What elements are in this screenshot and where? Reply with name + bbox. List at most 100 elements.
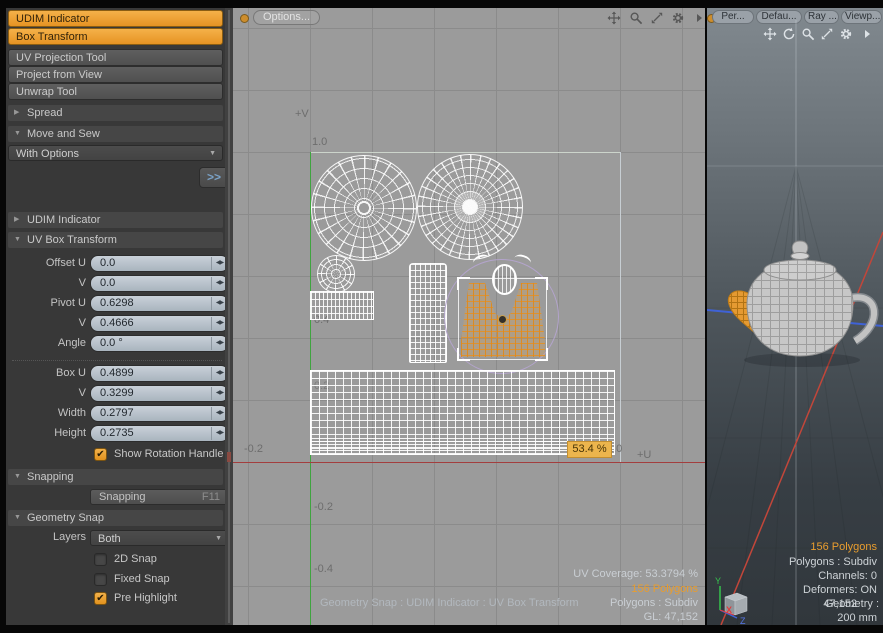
width-field[interactable]: 0.2797◀▶ (90, 405, 229, 422)
gl-count-status: GL: 47,152 (644, 611, 698, 623)
uv-editor-viewport[interactable]: Options... +V 1.0 0.4 0.2 -0.2 -0.2 -0.4… (233, 8, 705, 625)
section-header-spread[interactable]: ▶Spread (8, 105, 223, 121)
section-header-uv-box-transform[interactable]: ▼UV Box Transform (8, 232, 223, 248)
pivot-handle[interactable] (498, 315, 507, 324)
field-label-pivot-v: V (6, 315, 86, 332)
pan-icon[interactable] (607, 11, 621, 25)
fit-view-icon[interactable] (650, 11, 664, 25)
move-sew-mode-dropdown[interactable]: With Options (8, 145, 223, 161)
uv-island-knob[interactable] (492, 264, 517, 295)
section-header-udim-indicator[interactable]: ▶UDIM Indicator (8, 212, 223, 228)
angle-field[interactable]: 0.0 °◀▶ (90, 335, 229, 352)
section-label: UDIM Indicator (27, 214, 100, 226)
field-value: 0.2797 (100, 407, 134, 419)
polygon-count-stat: 156 Polygons (810, 541, 877, 553)
pivot-v-field[interactable]: 0.4666◀▶ (90, 315, 229, 332)
pivot-u-field[interactable]: 0.6298◀▶ (90, 295, 229, 312)
axis-label-u-neg02: -0.2 (244, 443, 263, 455)
selection-corner-handle[interactable] (457, 348, 470, 361)
section-header-move-and-sew[interactable]: ▼ Move and Sew (8, 126, 223, 142)
grid-size-stat: 200 mm (837, 612, 877, 624)
teapot-mesh[interactable] (728, 241, 874, 367)
show-rotation-handle-checkbox[interactable] (94, 448, 107, 461)
box-u-field[interactable]: 0.4899◀▶ (90, 365, 229, 382)
tool-button-label: Box Transform (16, 31, 88, 43)
fixed-snap-checkbox[interactable] (94, 573, 107, 586)
section-header-snapping[interactable]: ▼Snapping (8, 469, 223, 485)
tool-button-udim-indicator[interactable]: UDIM Indicator (8, 10, 223, 27)
uv-island-strip[interactable] (310, 291, 374, 320)
box-v-field[interactable]: 0.3299◀▶ (90, 385, 229, 402)
tool-button-project-from-view[interactable]: Project from View (8, 66, 223, 83)
uv-island-disc-1[interactable] (311, 155, 417, 261)
scrollbar-thumb[interactable] (228, 10, 230, 623)
geometry-stat-value: 47,152 (823, 598, 857, 610)
3d-perspective-viewport[interactable]: Per... Defau... Ray ... Viewp... (707, 8, 883, 625)
tool-button-label: UDIM Indicator (16, 13, 89, 25)
tool-button-uv-projection[interactable]: UV Projection Tool (8, 49, 223, 66)
tool-properties-panel: UDIM Indicator Box Transform UV Projecti… (6, 8, 225, 625)
section-label: Move and Sew (27, 128, 100, 140)
selection-corner-handle[interactable] (457, 277, 470, 290)
field-label-offset-u: Offset U (6, 255, 86, 272)
offset-v-field[interactable]: 0.0◀▶ (90, 275, 229, 292)
field-value: 0.0 (100, 277, 115, 289)
layers-label: Layers (6, 529, 86, 546)
tool-button-label: Project from View (16, 69, 102, 81)
checkbox-label: Fixed Snap (114, 573, 170, 586)
chevron-down-icon: ▼ (14, 232, 21, 248)
section-header-geometry-snap[interactable]: ▼Geometry Snap (8, 510, 223, 526)
chevron-down-icon: ▼ (14, 510, 21, 526)
options-button-label: Options... (263, 11, 310, 23)
zoom-icon[interactable] (629, 11, 643, 25)
uv-island-disc-2[interactable] (417, 154, 523, 260)
field-value: 0.0 (100, 257, 115, 269)
offset-u-field[interactable]: 0.0◀▶ (90, 255, 229, 272)
expand-arrow-icon[interactable] (692, 11, 706, 25)
snapping-button-label: Snapping (99, 491, 146, 503)
settings-gear-icon[interactable] (671, 11, 685, 25)
axis-label-v-neg02: -0.2 (314, 501, 333, 513)
separator (12, 360, 222, 361)
field-label-pivot-u: Pivot U (6, 295, 86, 312)
selection-corner-handle[interactable] (535, 348, 548, 361)
uv-options-button[interactable]: Options... (253, 10, 320, 25)
checkbox-label: Pre Highlight (114, 592, 177, 605)
field-value: 0.3299 (100, 387, 134, 399)
polygon-count-status: 156 Polygons (631, 583, 698, 595)
3d-scene-canvas[interactable]: Y X Z (707, 8, 883, 625)
uv-coverage-badge: 53.4 % (567, 441, 612, 458)
gizmo-x-label: X (726, 605, 732, 615)
field-label-height: Height (6, 425, 86, 442)
field-label-width: Width (6, 405, 86, 422)
field-label-angle: Angle (6, 335, 86, 352)
dropdown-value: With Options (16, 148, 79, 160)
channels-stat: Channels: 0 (818, 570, 877, 582)
field-label-box-v: V (6, 385, 86, 402)
panel-scrollbar[interactable] (225, 8, 233, 625)
snapping-toggle-button[interactable]: F11Snapping (90, 489, 229, 505)
dropdown-value: Both (98, 533, 121, 545)
chevron-down-icon: ▼ (14, 126, 21, 142)
tool-button-label: UV Projection Tool (16, 52, 106, 64)
gizmo-y-label: Y (715, 576, 721, 586)
pre-highlight-checkbox[interactable] (94, 592, 107, 605)
uv-square-right-border (620, 152, 621, 463)
selection-corner-handle[interactable] (535, 277, 548, 290)
axis-label-plus-u: +U (637, 449, 651, 461)
more-button-label: >> (207, 170, 221, 184)
tool-button-unwrap[interactable]: Unwrap Tool (8, 83, 223, 100)
tool-button-box-transform[interactable]: Box Transform (8, 28, 223, 45)
2d-snap-checkbox[interactable] (94, 553, 107, 566)
axis-label-plus-v: +V (295, 108, 309, 120)
viewport-state-dot-icon (240, 14, 249, 23)
uv-island-small-disc[interactable] (317, 255, 355, 293)
axis-label-v-neg04: -0.4 (314, 563, 333, 575)
application-window: UDIM Indicator Box Transform UV Projecti… (0, 0, 883, 633)
field-value: 0.4666 (100, 317, 134, 329)
height-field[interactable]: 0.2735◀▶ (90, 425, 229, 442)
polygon-mode-stat: Polygons : Subdiv (789, 556, 877, 568)
uv-island-column[interactable] (409, 263, 447, 363)
polygon-mode-status: Polygons : Subdiv (610, 597, 698, 609)
layers-dropdown[interactable]: Both (90, 530, 229, 546)
